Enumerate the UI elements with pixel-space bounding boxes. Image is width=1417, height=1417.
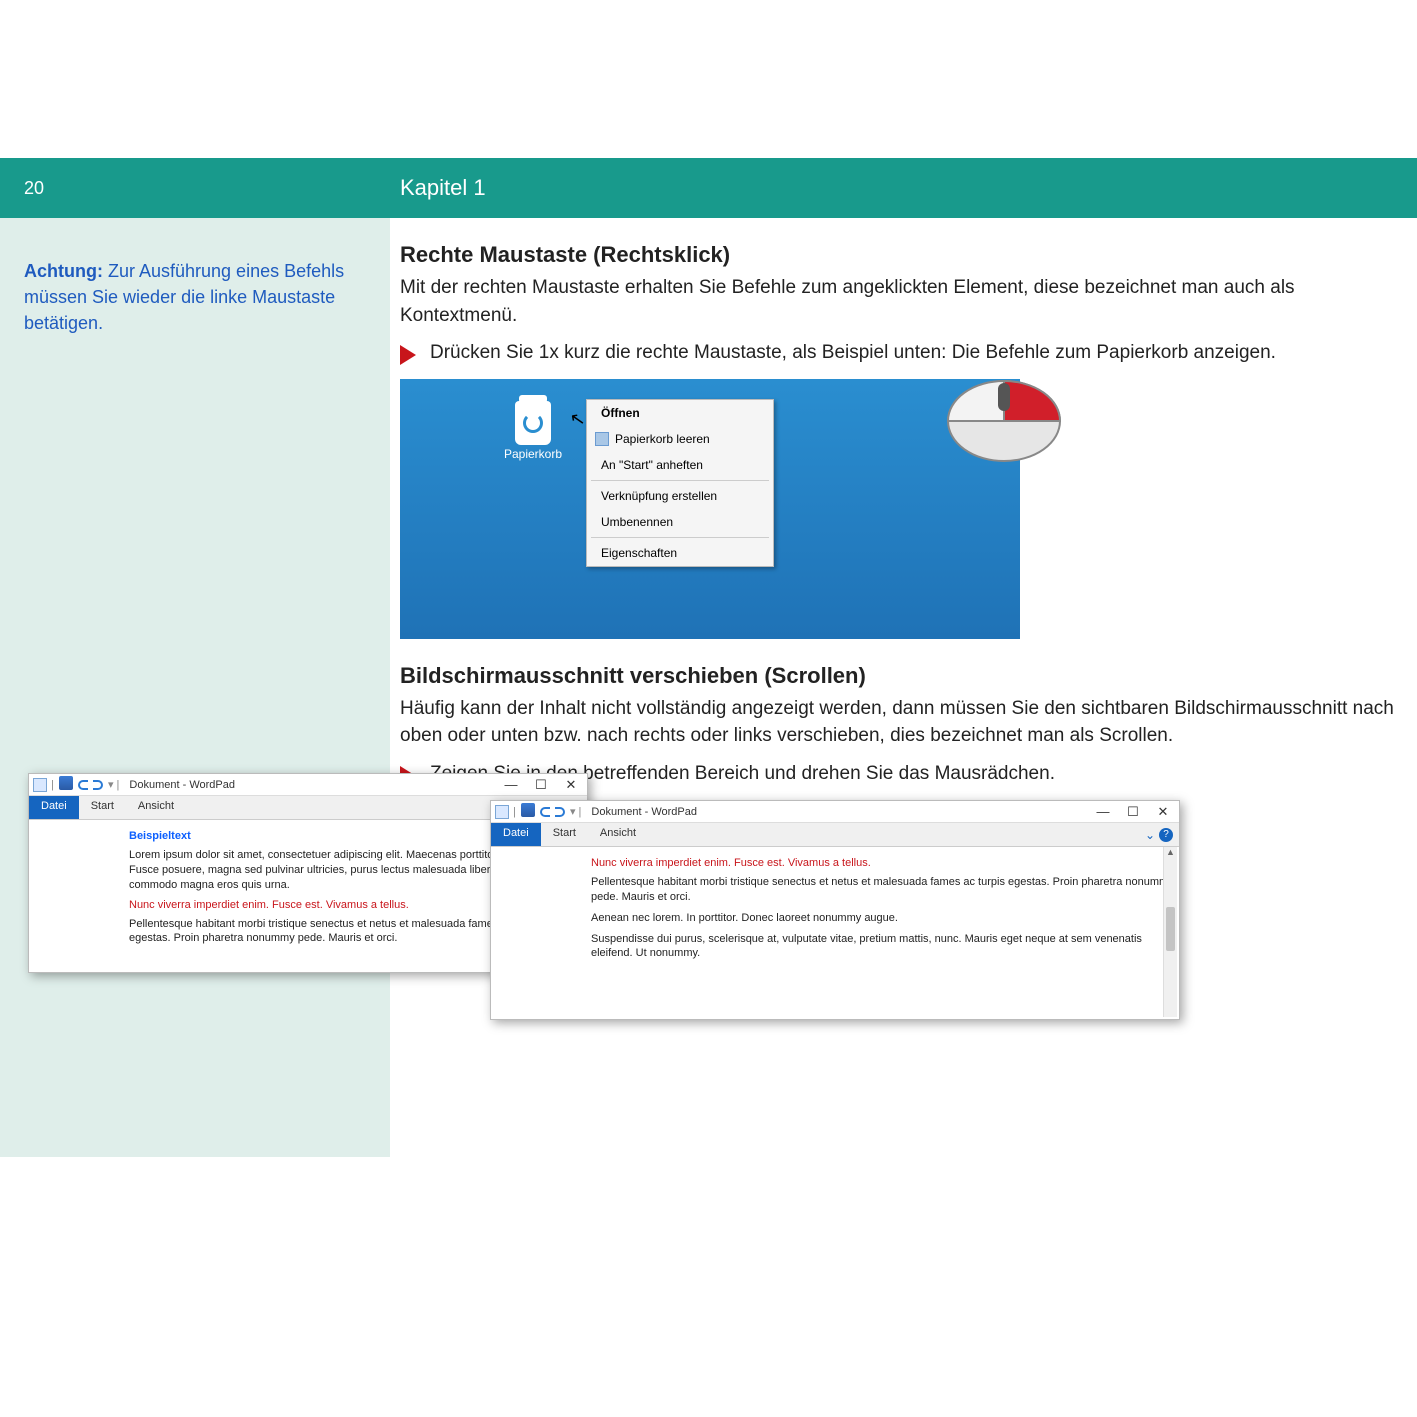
- chevron-down-icon[interactable]: ⌄: [1145, 828, 1155, 842]
- menu-rename[interactable]: Umbenennen: [587, 509, 773, 535]
- document-area[interactable]: Nunc viverra imperdiet enim. Fusce est. …: [491, 847, 1179, 977]
- menu-create-shortcut[interactable]: Verknüpfung erstellen: [587, 483, 773, 509]
- menu-separator: [591, 480, 769, 481]
- scroll-thumb[interactable]: [1166, 907, 1175, 951]
- help-icon[interactable]: ?: [1159, 828, 1173, 842]
- titlebar[interactable]: | ▾ | Dokument - WordPad — ☐ ✕: [491, 801, 1179, 823]
- menu-open[interactable]: Öffnen: [587, 400, 773, 426]
- trash-icon: [515, 401, 551, 445]
- section1-title: Rechte Maustaste (Rechtsklick): [400, 242, 1397, 268]
- scrollbar[interactable]: ▲: [1163, 847, 1177, 1017]
- section2-body: Häufig kann der Inhalt nicht vollständig…: [400, 695, 1397, 750]
- sidebar-note: Achtung: Zur Ausführung eines Befehls mü…: [0, 218, 390, 1157]
- close-button[interactable]: ✕: [559, 777, 583, 793]
- wordpad-window-2: | ▾ | Dokument - WordPad — ☐ ✕ Datei Sta…: [490, 800, 1180, 1020]
- desktop-screenshot: Papierkorb ↖ Öffnen Papierkorb leeren An…: [400, 379, 1020, 639]
- redo-icon[interactable]: [93, 780, 103, 790]
- chapter-title: Kapitel 1: [400, 175, 486, 201]
- context-menu: Öffnen Papierkorb leeren An "Start" anhe…: [586, 399, 774, 567]
- redo-icon[interactable]: [555, 807, 565, 817]
- cursor-icon: ↖: [568, 407, 587, 430]
- maximize-button[interactable]: ☐: [529, 777, 553, 793]
- titlebar[interactable]: | ▾ | Dokument - WordPad — ☐ ✕: [29, 774, 587, 796]
- tab-start[interactable]: Start: [79, 796, 126, 819]
- tab-view[interactable]: Ansicht: [588, 823, 648, 846]
- section2-title: Bildschirmausschnitt verschieben (Scroll…: [400, 663, 1397, 689]
- quick-access-toolbar: [58, 776, 104, 793]
- section1-bullet: Drücken Sie 1x kurz die rechte Maustaste…: [400, 339, 1397, 367]
- tab-file[interactable]: Datei: [29, 796, 79, 819]
- quick-access-toolbar: [520, 803, 566, 820]
- save-icon[interactable]: [521, 803, 535, 817]
- doc-paragraph: Pellentesque habitant morbi tristique se…: [591, 875, 1179, 905]
- tab-file[interactable]: Datei: [491, 823, 541, 846]
- recycle-bin-icon[interactable]: Papierkorb: [494, 397, 572, 461]
- doc-red-text: Nunc viverra imperdiet enim. Fusce est. …: [591, 857, 1179, 869]
- menu-separator: [591, 537, 769, 538]
- mouse-illustration: [934, 361, 1074, 471]
- menu-pin-start[interactable]: An "Start" anheften: [587, 452, 773, 478]
- page-number: 20: [24, 178, 44, 199]
- warning-text: Achtung: Zur Ausführung eines Befehls mü…: [24, 258, 366, 336]
- tab-start[interactable]: Start: [541, 823, 588, 846]
- minimize-button[interactable]: —: [499, 777, 523, 793]
- bullet-triangle-icon: [400, 345, 416, 365]
- window-title: Dokument - WordPad: [129, 779, 235, 791]
- close-button[interactable]: ✕: [1151, 804, 1175, 820]
- scroll-up-icon[interactable]: ▲: [1164, 847, 1177, 861]
- warning-label: Achtung:: [24, 261, 103, 281]
- minimize-button[interactable]: —: [1091, 804, 1115, 820]
- menu-properties[interactable]: Eigenschaften: [587, 540, 773, 566]
- recycle-bin-label: Papierkorb: [494, 447, 572, 461]
- doc-paragraph: Suspendisse dui purus, scelerisque at, v…: [591, 932, 1179, 962]
- undo-icon[interactable]: [78, 780, 88, 790]
- tab-view[interactable]: Ansicht: [126, 796, 186, 819]
- menu-empty-bin[interactable]: Papierkorb leeren: [587, 426, 773, 452]
- section1-body: Mit der rechten Maustaste erhalten Sie B…: [400, 274, 1397, 329]
- save-icon[interactable]: [59, 776, 73, 790]
- main-content: Rechte Maustaste (Rechtsklick) Mit der r…: [400, 218, 1397, 799]
- chapter-header: 20 Kapitel 1: [0, 158, 1417, 218]
- undo-icon[interactable]: [540, 807, 550, 817]
- doc-paragraph: Aenean nec lorem. In porttitor. Donec la…: [591, 911, 1179, 926]
- app-icon: [495, 805, 509, 819]
- ribbon-tabs: Datei Start Ansicht ⌄ ?: [491, 823, 1179, 847]
- maximize-button[interactable]: ☐: [1121, 804, 1145, 820]
- app-icon: [33, 778, 47, 792]
- window-title: Dokument - WordPad: [591, 806, 697, 818]
